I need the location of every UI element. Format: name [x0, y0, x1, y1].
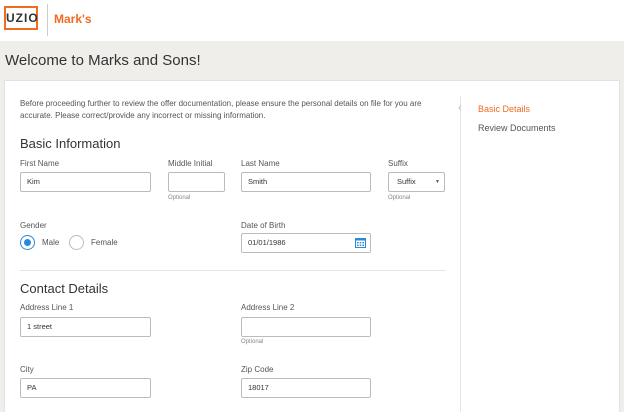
address2-label: Address Line 2 — [241, 303, 295, 312]
step-review-documents[interactable]: Review Documents — [478, 123, 556, 133]
dob-label: Date of Birth — [241, 221, 286, 230]
address2-hint: Optional — [241, 339, 264, 345]
middle-initial-label: Middle Initial — [168, 159, 213, 168]
suffix-value: Suffix — [397, 177, 416, 186]
middle-initial-input[interactable] — [168, 172, 225, 192]
gender-female-radio[interactable] — [69, 235, 84, 250]
intro-text: Before proceeding further to review the … — [20, 99, 422, 120]
address1-input[interactable]: 1 street — [20, 317, 151, 337]
address2-input[interactable] — [241, 317, 371, 337]
contact-details-title: Contact Details — [20, 281, 109, 296]
suffix-label: Suffix — [388, 159, 408, 168]
address1-label: Address Line 1 — [20, 303, 74, 312]
last-name-label: Last Name — [241, 159, 280, 168]
top-bar: UZIO Mark's — [0, 0, 624, 41]
gender-label: Gender — [20, 221, 47, 230]
zip-label: Zip Code — [241, 365, 274, 374]
suffix-select[interactable]: Suffix ▼ — [388, 172, 445, 192]
page-title: Welcome to Marks and Sons! — [5, 52, 201, 69]
first-name-input[interactable]: Kim — [20, 172, 151, 192]
gender-male-label: Male — [42, 238, 60, 247]
first-name-label: First Name — [20, 159, 60, 168]
basic-info-title: Basic Information — [20, 136, 121, 151]
gender-female-label: Female — [91, 238, 118, 247]
zip-input[interactable]: 18017 — [241, 378, 371, 398]
caret-down-icon: ▼ — [435, 179, 440, 185]
section-divider — [20, 270, 446, 271]
step-basic-details[interactable]: Basic Details — [478, 104, 530, 114]
logo-divider — [47, 4, 48, 36]
suffix-hint: Optional — [388, 195, 411, 201]
steps-divider — [460, 96, 461, 412]
company-name: Mark's — [54, 12, 92, 26]
gender-male-radio[interactable] — [20, 235, 35, 250]
middle-initial-hint: Optional — [168, 195, 191, 201]
last-name-input[interactable]: Smith — [241, 172, 371, 192]
city-input[interactable]: PA — [20, 378, 151, 398]
chevron-left-icon: ‹ — [458, 102, 462, 114]
dob-input[interactable]: 01/01/1986 — [241, 233, 371, 253]
city-label: City — [20, 365, 34, 374]
calendar-icon[interactable] — [355, 237, 366, 248]
uzio-logo[interactable]: UZIO — [4, 6, 38, 30]
